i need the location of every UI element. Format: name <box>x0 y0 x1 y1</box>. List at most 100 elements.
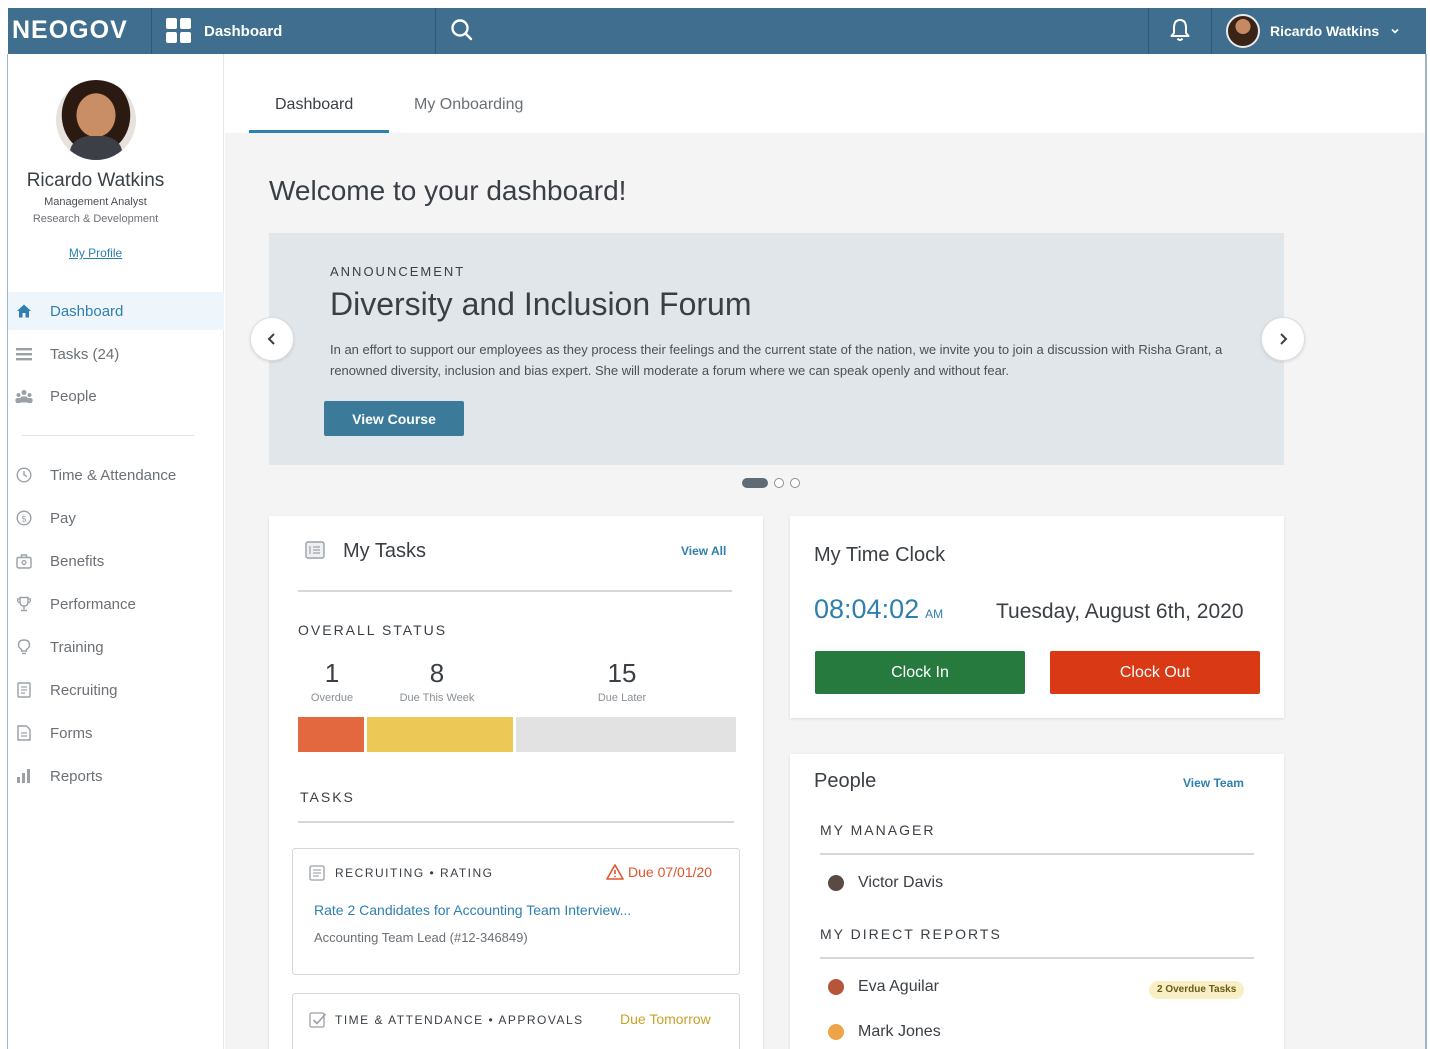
my-tasks-card: My Tasks View All OVERALL STATUS 1 Overd… <box>269 516 763 1049</box>
sidebar-item-label: Dashboard <box>50 302 124 320</box>
overdue-count: 1 <box>324 658 340 688</box>
direct-report-name: Eva Aguilar <box>858 978 939 995</box>
due-later-count: 15 <box>607 658 637 688</box>
sidebar-item-training[interactable]: Training <box>8 628 224 666</box>
sidebar-item-recruiting[interactable]: Recruiting <box>8 671 224 709</box>
dashboard-grid-icon <box>166 18 192 44</box>
view-all-tasks-link[interactable]: View All <box>681 544 726 558</box>
status-bar-segment <box>367 717 513 752</box>
tasks-section-label: TASKS <box>300 789 355 805</box>
top-bar: NEOGOV Dashboard Ricardo Watkins <box>8 8 1426 54</box>
direct-report-row[interactable]: Mark Jones <box>828 1023 941 1041</box>
status-bar-segment <box>516 717 736 752</box>
announcement-banner: ANNOUNCEMENT Diversity and Inclusion For… <box>269 233 1284 465</box>
sidebar-item-reports[interactable]: Reports <box>8 757 224 795</box>
sidebar-item-time-attendance[interactable]: Time & Attendance <box>8 456 224 494</box>
chevron-left-icon <box>267 333 275 345</box>
time-clock-title: My Time Clock <box>814 544 946 566</box>
sidebar-item-people[interactable]: People <box>8 377 224 415</box>
task-category: TIME & ATTENDANCE • APPROVALS <box>335 1013 584 1027</box>
time-clock-card: My Time Clock 08:04:02 AM Tuesday, August… <box>790 516 1284 718</box>
avatar <box>828 979 844 995</box>
search-icon[interactable] <box>449 17 475 48</box>
topbar-divider <box>435 8 436 54</box>
sidebar-item-pay[interactable]: $ Pay <box>8 499 224 537</box>
profile-department: Research & Development <box>32 213 159 225</box>
due-this-week-count: 8 <box>429 658 445 688</box>
sidebar: Ricardo Watkins Management Analyst Resea… <box>8 54 224 1049</box>
announcement-title: Diversity and Inclusion Forum <box>330 286 752 322</box>
lightbulb-icon <box>14 639 34 655</box>
announcement-body: In an effort to support our employees as… <box>330 342 1223 378</box>
carousel-prev-button[interactable] <box>250 317 294 361</box>
topbar-divider <box>1211 8 1212 54</box>
neogov-logo[interactable]: NEOGOV <box>12 16 128 45</box>
avatar <box>828 875 844 891</box>
sidebar-item-label: Tasks (24) <box>50 345 120 363</box>
announcement-label: ANNOUNCEMENT <box>330 264 466 279</box>
carousel-next-button[interactable] <box>1261 317 1305 361</box>
people-title: People <box>814 770 877 792</box>
sidebar-item-label: Time & Attendance <box>50 466 177 484</box>
time-value: 08:04:02 <box>814 594 920 624</box>
manager-row[interactable]: Victor Davis <box>828 874 943 892</box>
carousel-pagination <box>742 478 800 488</box>
topbar-divider <box>1148 8 1149 54</box>
tab-dashboard[interactable]: Dashboard <box>275 96 353 114</box>
tasks-icon <box>305 541 325 559</box>
profile-job-title: Management Analyst <box>44 196 147 208</box>
divider <box>298 590 732 592</box>
sidebar-item-tasks[interactable]: Tasks (24) <box>8 335 224 373</box>
task-item[interactable]: RECRUITING • RATING Due 07/01/20 Rate 2 … <box>292 848 740 975</box>
sidebar-item-dashboard[interactable]: Dashboard <box>8 292 224 330</box>
status-bar-segment <box>298 717 364 752</box>
briefcase-icon <box>14 553 34 569</box>
task-title-link[interactable]: Rate 2 Candidates for Accounting Team In… <box>314 902 631 918</box>
time-ampm: AM <box>925 607 944 621</box>
sidebar-item-label: Benefits <box>50 552 105 570</box>
sidebar-item-forms[interactable]: Forms <box>8 714 224 752</box>
sidebar-item-label: Training <box>50 638 104 656</box>
divider <box>298 821 734 823</box>
tab-my-onboarding[interactable]: My Onboarding <box>414 96 523 114</box>
view-course-button[interactable]: View Course <box>324 401 464 436</box>
profile-name: Ricardo Watkins <box>26 170 165 191</box>
my-manager-label: MY MANAGER <box>820 822 936 838</box>
carousel-dot[interactable] <box>790 478 800 488</box>
carousel-dot[interactable] <box>742 478 768 488</box>
avatar <box>1226 14 1260 48</box>
user-menu-name: Ricardo Watkins <box>1270 23 1380 39</box>
topbar-dashboard-link[interactable]: Dashboard <box>166 8 282 54</box>
sidebar-item-benefits[interactable]: Benefits <box>8 542 224 580</box>
user-menu[interactable]: Ricardo Watkins <box>1226 11 1401 51</box>
topbar-divider <box>151 8 152 54</box>
chevron-down-icon <box>1391 28 1399 34</box>
direct-reports-label: MY DIRECT REPORTS <box>820 926 1002 942</box>
tab-bar: Dashboard My Onboarding <box>225 54 1425 133</box>
warning-icon <box>606 864 624 880</box>
dollar-icon: $ <box>14 510 34 526</box>
direct-report-row[interactable]: Eva Aguilar <box>828 978 939 996</box>
task-item[interactable]: TIME & ATTENDANCE • APPROVALS Due Tomorr… <box>292 993 740 1049</box>
sidebar-item-performance[interactable]: Performance <box>8 585 224 623</box>
clock-out-button[interactable]: Clock Out <box>1050 651 1260 694</box>
clock-in-button[interactable]: Clock In <box>815 651 1025 694</box>
status-bar <box>298 717 736 752</box>
divider <box>820 957 1254 959</box>
carousel-dot[interactable] <box>774 478 784 488</box>
active-tab-indicator <box>249 130 389 133</box>
task-due-date: Due 07/01/20 <box>628 864 713 880</box>
task-due-date: Due Tomorrow <box>620 1011 711 1027</box>
main-content: Dashboard My Onboarding Welcome to your … <box>225 54 1425 1049</box>
chevron-right-icon <box>1280 333 1288 345</box>
my-profile-link[interactable]: My Profile <box>8 246 183 260</box>
current-date: Tuesday, August 6th, 2020 <box>996 600 1244 623</box>
page-title: Welcome to your dashboard! <box>269 175 627 206</box>
profile-avatar <box>56 80 136 160</box>
direct-report-name: Mark Jones <box>858 1023 941 1040</box>
sidebar-item-label: People <box>50 387 97 405</box>
view-team-link[interactable]: View Team <box>1183 776 1244 790</box>
task-category: RECRUITING • RATING <box>335 866 494 880</box>
bell-icon[interactable] <box>1168 17 1192 48</box>
sidebar-divider <box>22 435 194 436</box>
